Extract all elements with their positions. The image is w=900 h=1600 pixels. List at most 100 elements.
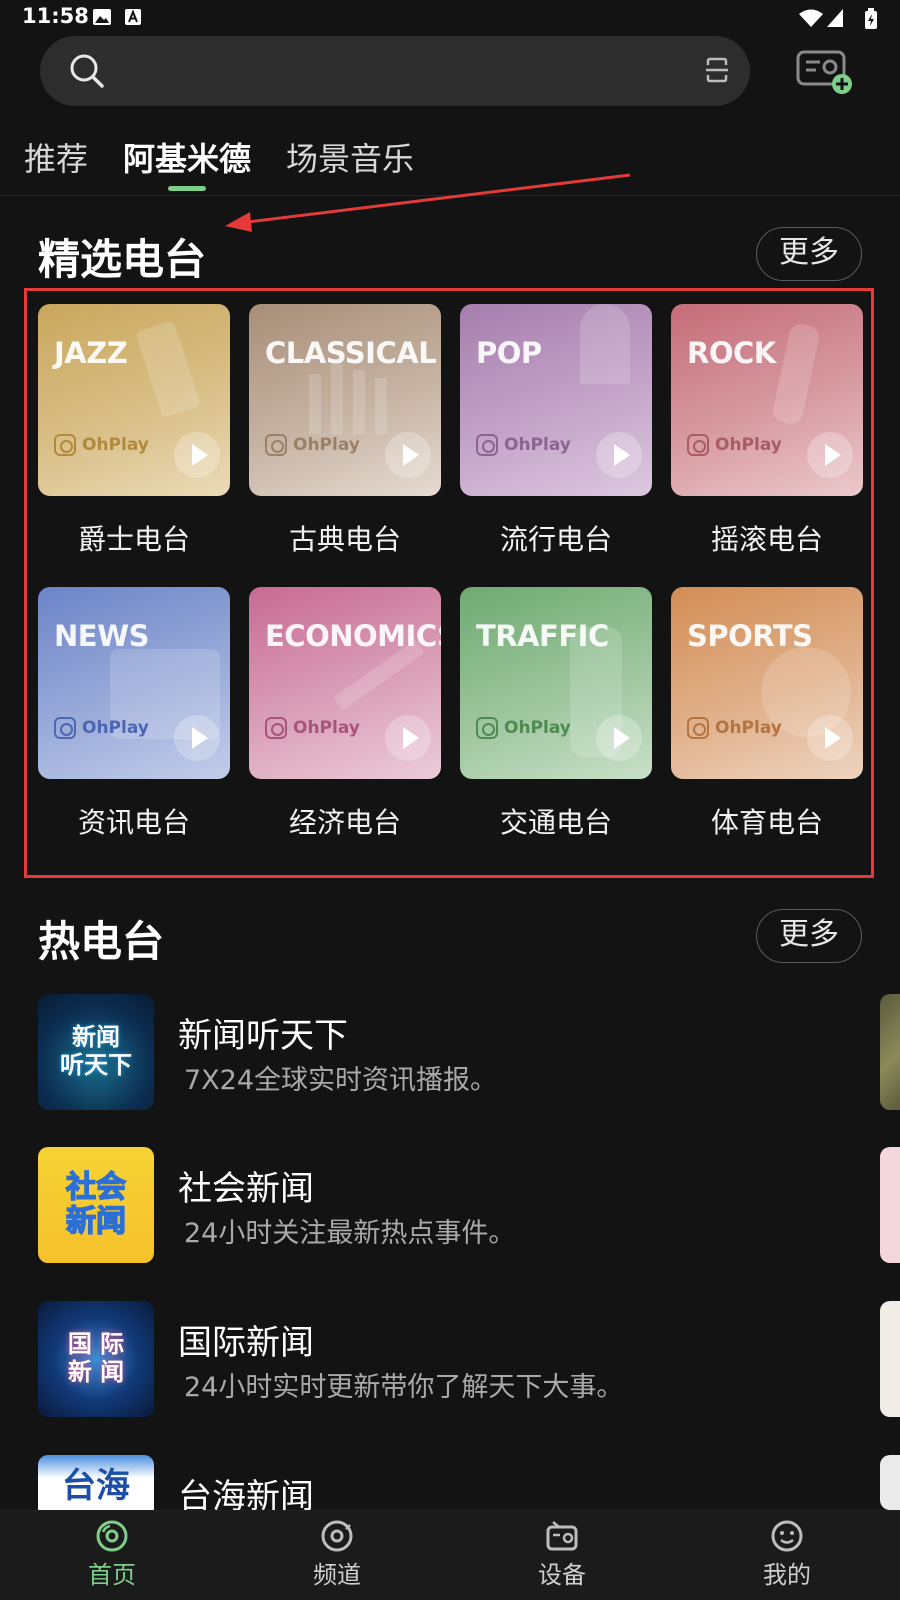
station-name[interactable]: 古典电台 xyxy=(249,518,441,558)
station-name[interactable]: 爵士电台 xyxy=(38,518,230,558)
brand-label: OhPlay xyxy=(687,717,782,739)
tab-scene-music[interactable]: 场景音乐 xyxy=(286,134,414,180)
decor-shape xyxy=(375,378,387,434)
hot-section-title: 热电台 xyxy=(38,917,165,966)
partial-thumbnail[interactable] xyxy=(880,1455,900,1510)
signal-icon xyxy=(827,9,843,27)
search-bar[interactable] xyxy=(40,36,750,106)
device-radio-icon xyxy=(546,1521,578,1551)
nav-home[interactable]: 首页 xyxy=(62,1519,162,1590)
ohplay-logo-icon xyxy=(54,434,76,456)
station-name[interactable]: 摇滚电台 xyxy=(671,518,863,558)
ohplay-logo-icon xyxy=(476,717,498,739)
station-category: JAZZ xyxy=(54,336,128,370)
station-name[interactable]: 经济电台 xyxy=(249,801,441,841)
ohplay-logo-icon xyxy=(687,717,709,739)
list-item[interactable]: 新闻 听天下 新闻听天下 7X24全球实时资讯播报。 xyxy=(38,994,858,1110)
app-a-notification-icon xyxy=(125,9,141,25)
station-thumbnail: 社会 新闻 xyxy=(38,1147,154,1263)
item-description: 7X24全球实时资讯播报。 xyxy=(184,1065,498,1096)
nav-profile[interactable]: 我的 xyxy=(737,1519,837,1590)
hot-more-button[interactable]: 更多 xyxy=(756,909,862,963)
item-title: 社会新闻 xyxy=(178,1169,314,1209)
station-category: CLASSICAL xyxy=(265,336,437,370)
brand-label: OhPlay xyxy=(687,434,782,456)
nav-device[interactable]: 设备 xyxy=(512,1519,612,1590)
play-icon[interactable] xyxy=(174,715,220,761)
brand-label: OhPlay xyxy=(54,717,149,739)
station-name[interactable]: 资讯电台 xyxy=(38,801,230,841)
station-category: ECONOMICS xyxy=(265,619,441,653)
list-item[interactable]: 社会 新闻 社会新闻 24小时关注最新热点事件。 xyxy=(38,1147,858,1263)
station-card-classical[interactable]: CLASSICAL OhPlay xyxy=(249,304,441,496)
decor-shape xyxy=(309,374,321,434)
wifi-icon xyxy=(799,9,823,27)
ohplay-logo-icon xyxy=(265,434,287,456)
decor-shape xyxy=(135,320,201,418)
brand-label: OhPlay xyxy=(265,717,360,739)
station-name[interactable]: 体育电台 xyxy=(671,801,863,841)
nav-channel[interactable]: 频道 xyxy=(287,1519,387,1590)
play-icon[interactable] xyxy=(174,432,220,478)
list-item[interactable]: 国 际 新 闻 国际新闻 24小时实时更新带你了解天下大事。 xyxy=(38,1301,858,1417)
ohplay-logo-icon xyxy=(54,717,76,739)
station-thumbnail: 新闻 听天下 xyxy=(38,994,154,1110)
play-icon[interactable] xyxy=(807,715,853,761)
decor-shape xyxy=(770,321,822,427)
play-icon[interactable] xyxy=(385,432,431,478)
gallery-notification-icon xyxy=(93,9,111,25)
tab-recommend[interactable]: 推荐 xyxy=(24,134,88,180)
station-card-economics[interactable]: ECONOMICS OhPlay xyxy=(249,587,441,779)
active-tab-indicator xyxy=(168,186,206,191)
station-card-sports[interactable]: SPORTS OhPlay xyxy=(671,587,863,779)
item-title: 新闻听天下 xyxy=(178,1016,348,1056)
play-icon[interactable] xyxy=(596,715,642,761)
list-item[interactable]: 台海 台海新闻 xyxy=(38,1455,858,1510)
station-card-news[interactable]: NEWS OhPlay xyxy=(38,587,230,779)
partial-thumbnail[interactable] xyxy=(880,1147,900,1263)
station-card-jazz[interactable]: JAZZ OhPlay xyxy=(38,304,230,496)
brand-label: OhPlay xyxy=(54,434,149,456)
station-card-rock[interactable]: ROCK OhPlay xyxy=(671,304,863,496)
search-icon[interactable] xyxy=(68,52,106,90)
station-category: ROCK xyxy=(687,336,776,370)
home-disc-icon xyxy=(96,1520,128,1552)
play-icon[interactable] xyxy=(596,432,642,478)
station-category: NEWS xyxy=(54,619,149,653)
ohplay-logo-icon xyxy=(476,434,498,456)
brand-label: OhPlay xyxy=(476,434,571,456)
item-title: 台海新闻 xyxy=(178,1477,314,1510)
item-description: 24小时关注最新热点事件。 xyxy=(184,1218,516,1249)
top-tabs: 推荐 阿基米德 场景音乐 xyxy=(0,130,900,196)
tab-archimedes[interactable]: 阿基米德 xyxy=(123,134,251,180)
item-title: 国际新闻 xyxy=(178,1323,314,1363)
decor-shape xyxy=(331,364,343,434)
scan-icon[interactable] xyxy=(704,56,730,84)
station-card-traffic[interactable]: TRAFFIC OhPlay xyxy=(460,587,652,779)
station-card-pop[interactable]: POP OhPlay xyxy=(460,304,652,496)
partial-thumbnail[interactable] xyxy=(880,994,900,1110)
play-icon[interactable] xyxy=(385,715,431,761)
ohplay-logo-icon xyxy=(687,434,709,456)
partial-thumbnail[interactable] xyxy=(880,1301,900,1417)
status-bar: 11:58 xyxy=(0,0,900,36)
play-icon[interactable] xyxy=(807,432,853,478)
item-description: 24小时实时更新带你了解天下大事。 xyxy=(184,1372,624,1403)
status-time: 11:58 xyxy=(22,4,89,28)
battery-icon xyxy=(865,8,877,29)
station-thumbnail: 台海 xyxy=(38,1455,154,1510)
station-name[interactable]: 流行电台 xyxy=(460,518,652,558)
station-category: TRAFFIC xyxy=(476,619,609,653)
station-thumbnail: 国 际 新 闻 xyxy=(38,1301,154,1417)
add-device-icon[interactable] xyxy=(796,46,856,96)
station-category: POP xyxy=(476,336,542,370)
decor-shape xyxy=(353,370,365,434)
brand-label: OhPlay xyxy=(476,717,571,739)
station-category: SPORTS xyxy=(687,619,813,653)
brand-label: OhPlay xyxy=(265,434,360,456)
channel-disc-icon xyxy=(321,1520,353,1552)
station-name[interactable]: 交通电台 xyxy=(460,801,652,841)
featured-more-button[interactable]: 更多 xyxy=(756,227,862,281)
featured-section-title: 精选电台 xyxy=(38,235,207,284)
ohplay-logo-icon xyxy=(265,717,287,739)
